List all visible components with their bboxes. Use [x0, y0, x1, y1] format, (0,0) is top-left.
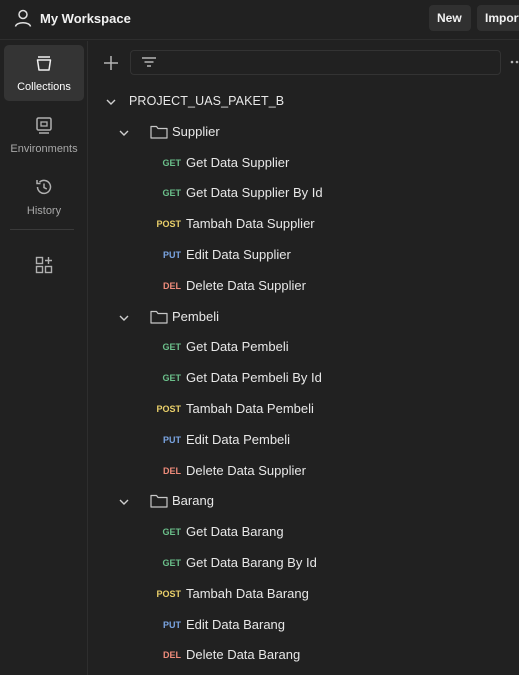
- method-badge: DEL: [163, 650, 181, 661]
- plus-icon[interactable]: [101, 53, 121, 73]
- collection-row[interactable]: PROJECT_UAS_PAKET_B: [0, 92, 519, 114]
- folder-icon: [150, 310, 168, 324]
- request-row[interactable]: GET Get Data Barang By Id: [0, 554, 519, 576]
- request-name: Get Data Barang: [186, 524, 284, 540]
- method-badge: PUT: [163, 250, 181, 260]
- method-badge: POST: [156, 404, 181, 414]
- request-name: Get Data Pembeli By Id: [186, 370, 322, 386]
- method-badge: PUT: [163, 619, 181, 630]
- chevron-down-icon[interactable]: [118, 312, 130, 324]
- method-badge: GET: [162, 157, 181, 168]
- folder-icon: [150, 125, 168, 139]
- request-name: Get Data Pembeli: [186, 339, 289, 355]
- request-row[interactable]: GET Get Data Pembeli By Id: [0, 369, 519, 391]
- method-badge: GET: [162, 342, 181, 353]
- request-row[interactable]: DEL Delete Data Supplier: [0, 462, 519, 484]
- request-name: Tambah Data Supplier: [186, 216, 315, 232]
- request-row[interactable]: POST Tambah Data Pembeli: [0, 400, 519, 422]
- folder-row[interactable]: Pembeli: [0, 308, 519, 330]
- request-row[interactable]: PUT Edit Data Barang: [0, 616, 519, 638]
- new-button[interactable]: New: [429, 5, 471, 31]
- folder-row[interactable]: Barang: [0, 492, 519, 514]
- request-name: Edit Data Barang: [186, 616, 286, 632]
- method-badge: DEL: [163, 465, 181, 476]
- method-badge: PUT: [163, 434, 181, 445]
- request-row[interactable]: POST Tambah Data Barang: [0, 585, 519, 607]
- request-name: Edit Data Pembeli: [186, 431, 291, 447]
- chevron-down-icon[interactable]: [105, 96, 117, 108]
- folder-name: Supplier: [172, 123, 220, 139]
- request-row[interactable]: GET Get Data Barang: [0, 523, 519, 545]
- folder-row[interactable]: Supplier: [0, 123, 519, 145]
- request-row[interactable]: GET Get Data Pembeli: [0, 338, 519, 360]
- request-name: Get Data Supplier By Id: [186, 185, 323, 201]
- folder-name: Pembeli: [172, 308, 219, 324]
- folder-icon: [150, 495, 168, 508]
- method-badge: GET: [162, 188, 181, 199]
- collections-icon: [36, 56, 52, 71]
- request-row[interactable]: DEL Delete Data Supplier: [0, 277, 519, 299]
- chevron-down-icon[interactable]: [118, 496, 130, 508]
- request-name: Delete Data Barang: [186, 647, 301, 663]
- request-name: Delete Data Supplier: [186, 277, 306, 293]
- request-name: Tambah Data Barang: [186, 585, 309, 601]
- request-name: Tambah Data Pembeli: [186, 401, 314, 416]
- workspace-header: My Workspace New Import: [0, 0, 519, 40]
- chevron-down-icon[interactable]: [118, 127, 130, 139]
- request-name: Get Data Barang By Id: [186, 555, 317, 570]
- method-badge: POST: [156, 588, 181, 599]
- collection-name: PROJECT_UAS_PAKET_B: [129, 94, 285, 108]
- workspace-title[interactable]: My Workspace: [40, 11, 131, 26]
- request-row[interactable]: GET Get Data Supplier: [0, 154, 519, 176]
- folder-name: Barang: [172, 493, 214, 509]
- method-badge: GET: [162, 527, 181, 538]
- method-badge: GET: [162, 558, 181, 568]
- method-badge: GET: [162, 373, 181, 384]
- request-name: Edit Data Supplier: [186, 247, 291, 262]
- request-row[interactable]: PUT Edit Data Pembeli: [0, 431, 519, 453]
- request-name: Get Data Supplier: [186, 154, 290, 170]
- request-row[interactable]: POST Tambah Data Supplier: [0, 215, 519, 237]
- request-row[interactable]: DEL Delete Data Barang: [0, 646, 519, 668]
- import-button[interactable]: Import: [477, 5, 519, 31]
- filter-icon: [142, 57, 156, 67]
- user-icon[interactable]: [13, 8, 33, 28]
- request-row[interactable]: PUT Edit Data Supplier: [0, 246, 519, 268]
- filter-input[interactable]: [130, 50, 501, 75]
- request-row[interactable]: GET Get Data Supplier By Id: [0, 184, 519, 206]
- request-name: Delete Data Supplier: [186, 462, 306, 478]
- more-options-icon[interactable]: [509, 57, 519, 67]
- method-badge: DEL: [163, 280, 181, 291]
- method-badge: POST: [156, 219, 181, 230]
